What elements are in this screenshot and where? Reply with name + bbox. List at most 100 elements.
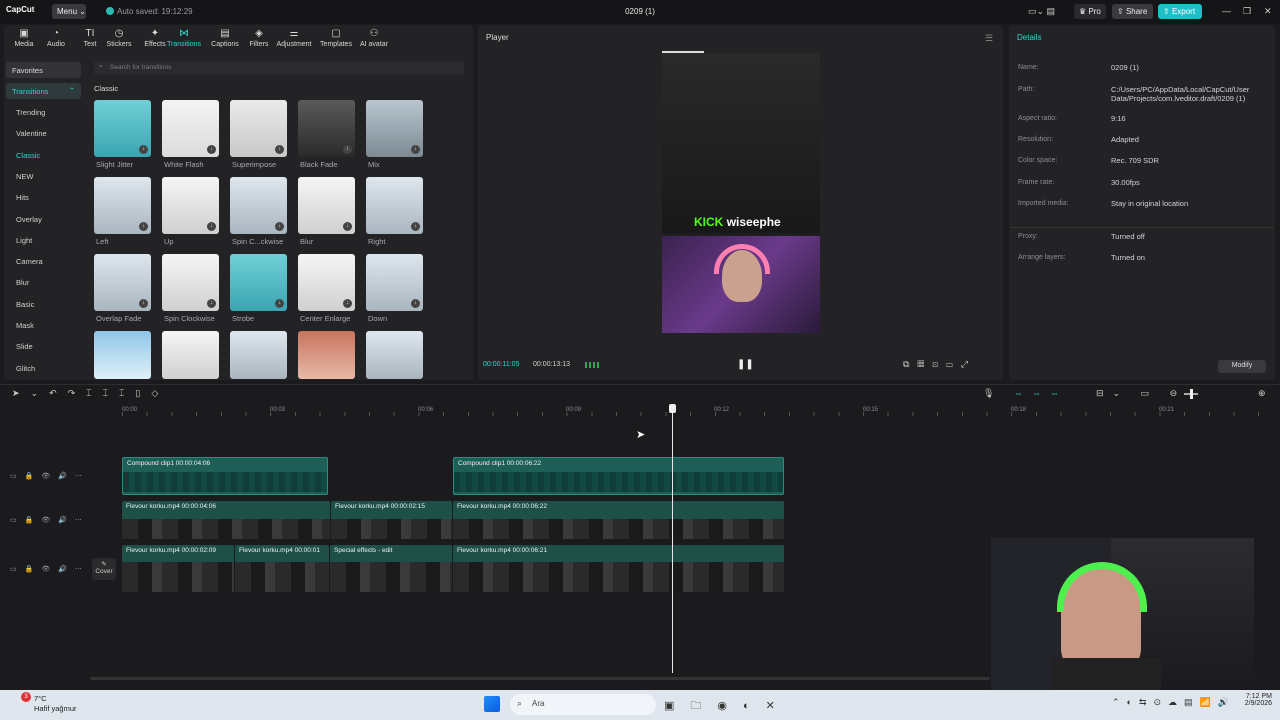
download-icon[interactable]: ↓	[411, 145, 420, 154]
transition-thumbnail[interactable]: ↓	[162, 177, 219, 234]
windows-start-icon[interactable]	[484, 696, 500, 712]
transition-thumbnail[interactable]: ↓	[366, 254, 423, 311]
transition-thumbnail[interactable]: ↓	[366, 177, 423, 234]
track-controls[interactable]: ▭🔒👁🔊⋯	[10, 472, 90, 480]
transition-thumbnail[interactable]: ↓	[366, 100, 423, 157]
transition-thumbnail[interactable]: ↓	[94, 177, 151, 234]
transition-thumbnail[interactable]: ↓	[230, 254, 287, 311]
transition-thumbnail[interactable]	[230, 331, 287, 379]
mic-icon[interactable]: 🎙	[983, 388, 1004, 399]
category-stickers[interactable]: ◷ Stickers	[99, 28, 139, 48]
transition-thumbnail[interactable]: ↓	[230, 177, 287, 234]
tray-icons[interactable]: ⌃◐⇆⊙☁▤📶🔊	[1112, 697, 1236, 708]
sidebar-item-glitch[interactable]: Glitch	[16, 364, 35, 373]
sidebar-item-blur[interactable]: Blur	[16, 278, 29, 287]
video-preview[interactable]: KICK wiseephe	[662, 53, 820, 333]
download-icon[interactable]: ↓	[411, 299, 420, 308]
weather-desc[interactable]: Hafif yağmur	[34, 704, 77, 713]
sidebar-item-camera[interactable]: Camera	[16, 257, 43, 266]
category-templates[interactable]: ▢ Templates	[316, 28, 356, 48]
transition-thumbnail[interactable]: ↓	[94, 254, 151, 311]
layout-icon[interactable]: ▭⌄ ▤	[1028, 6, 1055, 17]
close-icon[interactable]: ✕	[1264, 6, 1272, 17]
transition-thumbnail[interactable]: ↓	[162, 100, 219, 157]
video-clip[interactable]: Flevour korku.mp4 00:00:02:09	[122, 545, 234, 592]
sidebar-favorites[interactable]: Favorites	[6, 62, 81, 78]
transition-thumbnail[interactable]: ↓	[230, 100, 287, 157]
timeline-scrollbar[interactable]	[90, 677, 990, 680]
category-adjustment[interactable]: ⚌ Adjustment	[274, 28, 314, 48]
transition-thumbnail[interactable]	[366, 331, 423, 379]
download-icon[interactable]: ↓	[139, 299, 148, 308]
download-icon[interactable]: ↓	[207, 299, 216, 308]
video-clip[interactable]: Flevour korku.mp4 00:00:02:15	[331, 501, 452, 539]
sidebar-item-classic[interactable]: Classic	[16, 151, 40, 160]
compound-clip[interactable]: Compound clip1 00:00:06:22	[453, 457, 784, 495]
taskbar-search[interactable]: ⌕ Ara	[510, 694, 656, 715]
sidebar-item-overlay[interactable]: Overlay	[16, 215, 42, 224]
search-input[interactable]: ⌕ Search for transitions	[94, 61, 464, 75]
track-controls[interactable]: ▭🔒👁🔊⋯	[10, 565, 90, 573]
download-icon[interactable]: ↓	[343, 145, 352, 154]
pro-button[interactable]: ♛ Pro	[1074, 4, 1106, 19]
download-icon[interactable]: ↓	[139, 222, 148, 231]
taskbar-clock[interactable]: 7:12 PM 2/9/2026	[1232, 693, 1272, 707]
menu-button[interactable]: Menu ⌄	[52, 4, 86, 19]
timeline-tools-icons[interactable]: ➤⌄↶↷⌶⌶⌶▯◇	[12, 388, 169, 399]
transition-thumbnail[interactable]: ↓	[298, 100, 355, 157]
taskbar-apps-icons[interactable]: ▣🗀◉◐✕	[664, 697, 791, 716]
export-button[interactable]: ⇪ Export	[1158, 4, 1202, 19]
restore-icon[interactable]: ❐	[1243, 6, 1251, 17]
download-icon[interactable]: ↓	[411, 222, 420, 231]
playhead[interactable]	[672, 405, 673, 673]
download-icon[interactable]: ↓	[275, 145, 284, 154]
transition-thumbnail[interactable]	[94, 331, 151, 379]
zoom-handle[interactable]	[1190, 389, 1193, 399]
sidebar-item-valentine[interactable]: Valentine	[16, 129, 47, 138]
video-clip[interactable]: Flevour korku.mp4 00:00:01	[235, 545, 329, 592]
player-tools-icons[interactable]: ⧉▦⊡▭⤢	[903, 359, 976, 370]
menu-icon[interactable]: ☰	[985, 33, 993, 44]
sidebar-transitions[interactable]: Transitions ⌃	[6, 83, 81, 99]
video-clip[interactable]: Flevour korku.mp4 00:00:04:06	[122, 501, 330, 539]
download-icon[interactable]: ↓	[343, 299, 352, 308]
category-filters[interactable]: ◈ Filters	[239, 28, 279, 48]
compound-clip[interactable]: Compound clip1 00:00:04:06	[122, 457, 328, 495]
sidebar-item-mask[interactable]: Mask	[16, 321, 34, 330]
download-icon[interactable]: ↓	[139, 145, 148, 154]
sidebar-item-slide[interactable]: Slide	[16, 342, 33, 351]
video-clip[interactable]: Flevour korku.mp4 00:00:06:22	[453, 501, 784, 539]
category-transitions[interactable]: ⋈ Transitions	[164, 28, 204, 48]
pause-icon[interactable]: ❚❚	[737, 359, 754, 370]
effect-clip[interactable]: Special effects - edit	[330, 545, 452, 592]
category-ai-avatar[interactable]: ⚇ AI avatar	[354, 28, 394, 48]
download-icon[interactable]: ↓	[343, 222, 352, 231]
transition-thumbnail[interactable]: ↓	[298, 254, 355, 311]
snap-tools-icons[interactable]: ⇔⇔⇔	[1014, 388, 1068, 398]
track-controls[interactable]: ▭🔒👁🔊⋯	[10, 516, 90, 524]
transition-thumbnail[interactable]: ↓	[162, 254, 219, 311]
transition-thumbnail[interactable]	[298, 331, 355, 379]
transition-thumbnail[interactable]	[162, 331, 219, 379]
sidebar-item-basic[interactable]: Basic	[16, 300, 34, 309]
zoom-in-icon[interactable]: ⊕	[1258, 388, 1266, 399]
zoom-tools-icons[interactable]: ⊟⌄ ▭ ⊖	[1096, 388, 1186, 399]
minimize-icon[interactable]: —	[1222, 6, 1231, 16]
download-icon[interactable]: ↓	[275, 299, 284, 308]
download-icon[interactable]: ↓	[207, 222, 216, 231]
sidebar-item-trending[interactable]: Trending	[16, 108, 45, 117]
transition-thumbnail[interactable]: ↓	[94, 100, 151, 157]
weather-temp[interactable]: 7°C	[34, 694, 47, 703]
share-button[interactable]: ⇪ Share	[1112, 4, 1153, 19]
sidebar-item-new[interactable]: NEW	[16, 172, 34, 181]
sidebar-item-hits[interactable]: Hits	[16, 193, 29, 202]
transition-thumbnail[interactable]: ↓	[298, 177, 355, 234]
modify-button[interactable]: Modify	[1218, 360, 1266, 373]
download-icon[interactable]: ↓	[207, 145, 216, 154]
download-icon[interactable]: ↓	[275, 222, 284, 231]
sidebar-item-light[interactable]: Light	[16, 236, 32, 245]
ruler-ticks[interactable]	[122, 412, 1272, 416]
video-clip[interactable]: Flevour korku.mp4 00:00:06:21	[453, 545, 784, 592]
zoom-slider[interactable]	[1184, 389, 1198, 399]
cover-button[interactable]: ✎ Cover	[92, 558, 116, 580]
